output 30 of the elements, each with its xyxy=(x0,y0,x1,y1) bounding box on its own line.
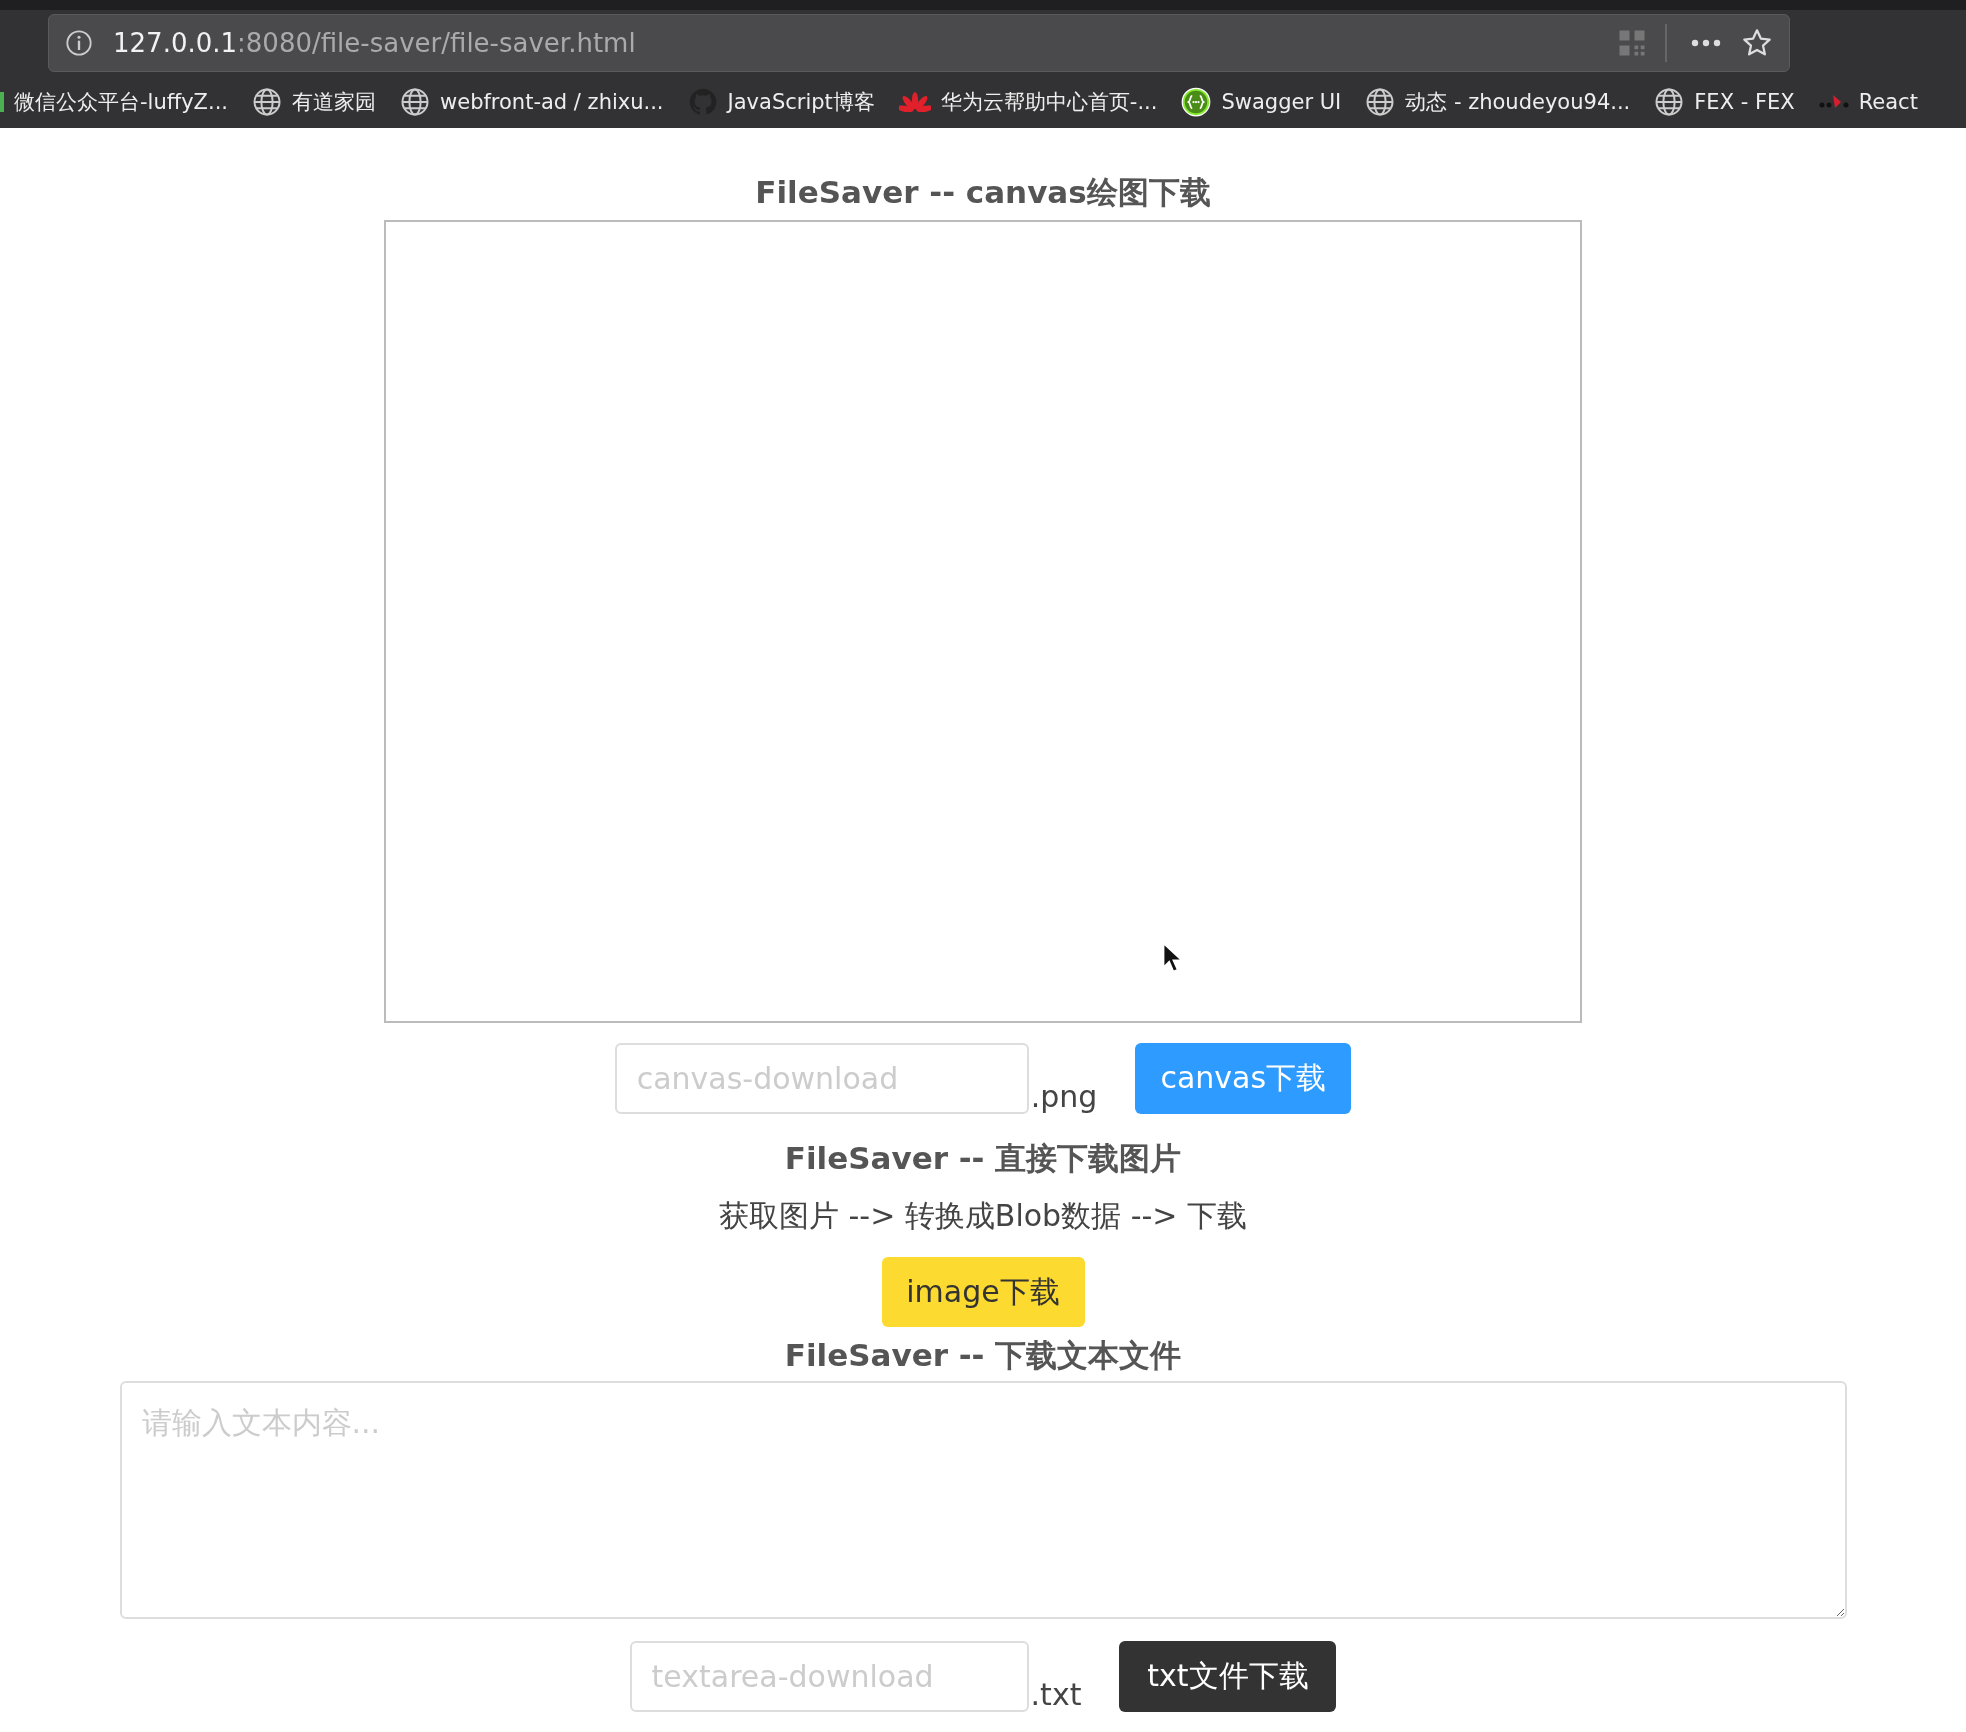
file-extension: .png xyxy=(1030,1079,1098,1114)
section-heading: FileSaver -- 下载文本文件 xyxy=(784,1336,1182,1375)
cursor-icon xyxy=(1162,942,1182,973)
txt-download-button[interactable]: txt文件下载 xyxy=(1119,1641,1337,1712)
globe-icon xyxy=(1365,87,1396,117)
bookmark-item[interactable]: Swagger UI xyxy=(1181,87,1342,117)
globe-icon xyxy=(1654,87,1685,117)
bookmark-item[interactable]: FEX - FEX xyxy=(1654,87,1795,117)
bookmark-item[interactable]: 微信公众平台-luffyZ... xyxy=(0,88,229,116)
flower-icon xyxy=(898,92,931,112)
bookmark-icon xyxy=(0,92,4,112)
braces-icon xyxy=(1181,87,1212,117)
description-text: 获取图片 --> 转换成Blob数据 --> 下载 xyxy=(718,1197,1247,1235)
file-extension: .txt xyxy=(1030,1677,1082,1712)
url-path: :8080/file-saver/file-saver.html xyxy=(237,28,636,58)
globe-icon xyxy=(400,87,431,117)
bookmark-item[interactable]: React xyxy=(1818,90,1918,114)
section-heading: FileSaver -- 直接下载图片 xyxy=(784,1139,1182,1178)
globe-icon xyxy=(252,87,283,117)
url-host: 127.0.0.1 xyxy=(113,28,238,58)
more-icon[interactable] xyxy=(1689,38,1723,48)
info-icon[interactable] xyxy=(65,29,93,57)
bookmark-item[interactable]: JavaScript博客 xyxy=(687,87,875,117)
section-heading: FileSaver -- canvas绘图下载 xyxy=(755,173,1211,212)
bookmark-item[interactable]: 华为云帮助中心首页-... xyxy=(898,88,1158,116)
bookmark-item[interactable]: webfront-ad / zhixu... xyxy=(400,87,664,117)
bookmark-item[interactable]: 动态 - zhoudeyou94... xyxy=(1365,87,1631,117)
image-download-button[interactable]: image下载 xyxy=(881,1257,1085,1327)
address-bar[interactable]: 127.0.0.1:8080/file-saver/file-saver.html xyxy=(48,14,1790,72)
bookmark-item[interactable]: 有道家园 xyxy=(252,87,377,117)
